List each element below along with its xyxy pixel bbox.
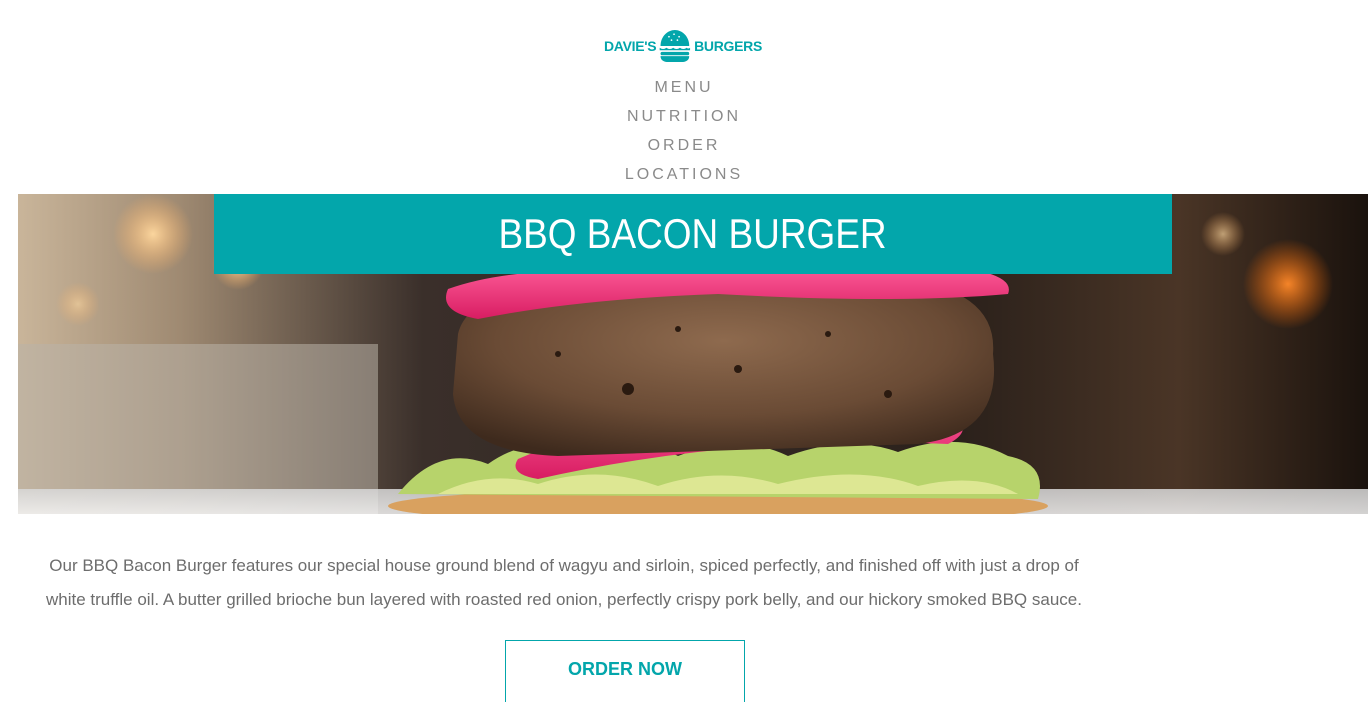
nav-item-menu[interactable]: MENU: [654, 76, 713, 105]
order-now-button[interactable]: ORDER NOW: [505, 640, 745, 702]
product-title-bar: BBQ BACON BURGER: [214, 194, 1172, 274]
brand-right-word: BURGERS: [694, 38, 762, 54]
page: DAVIE'S BURGERS MENU NUTRITION ORDER LOC…: [0, 0, 1368, 704]
nav-item-order[interactable]: ORDER: [648, 134, 721, 163]
nav-item-nutrition[interactable]: NUTRITION: [627, 105, 741, 134]
product-title: BBQ BACON BURGER: [498, 210, 888, 257]
brand-logo[interactable]: DAVIE'S BURGERS: [604, 25, 762, 67]
product-description: Our BBQ Bacon Burger features our specia…: [46, 556, 1082, 609]
nav-item-locations[interactable]: LOCATIONS: [625, 163, 743, 192]
burger-logo-icon: [660, 29, 691, 63]
main-nav: MENU NUTRITION ORDER LOCATIONS: [0, 76, 1368, 192]
brand-left-word: DAVIE'S: [604, 38, 657, 54]
